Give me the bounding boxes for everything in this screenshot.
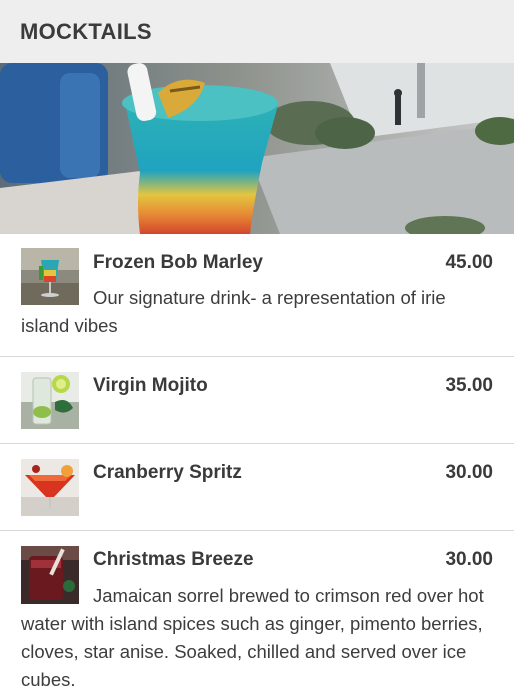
category-title: MOCKTAILS	[20, 18, 152, 44]
item-description: Jamaican sorrel brewed to crimson red ov…	[21, 585, 484, 690]
item-thumbnail	[21, 372, 79, 429]
menu-item[interactable]: Christmas Breeze 30.00 Jamaican sorrel b…	[0, 531, 514, 700]
frozen-drink-photo	[0, 63, 514, 234]
category-header: MOCKTAILS	[0, 0, 514, 63]
item-name: Frozen Bob Marley	[93, 252, 263, 273]
item-name: Christmas Breeze	[93, 549, 254, 570]
menu-item[interactable]: Cranberry Spritz 30.00	[0, 444, 514, 531]
item-description: Our signature drink- a representation of…	[21, 287, 446, 336]
menu-item[interactable]: Virgin Mojito 35.00	[0, 357, 514, 444]
menu-item[interactable]: Frozen Bob Marley 45.00 Our signature dr…	[0, 234, 514, 357]
item-price: 30.00	[445, 462, 493, 483]
item-price: 30.00	[445, 549, 493, 570]
item-name: Virgin Mojito	[93, 375, 208, 396]
item-price: 35.00	[445, 375, 493, 396]
item-price: 45.00	[445, 252, 493, 273]
item-thumbnail	[21, 459, 79, 516]
category-banner-image	[0, 63, 514, 234]
item-name: Cranberry Spritz	[93, 462, 242, 483]
